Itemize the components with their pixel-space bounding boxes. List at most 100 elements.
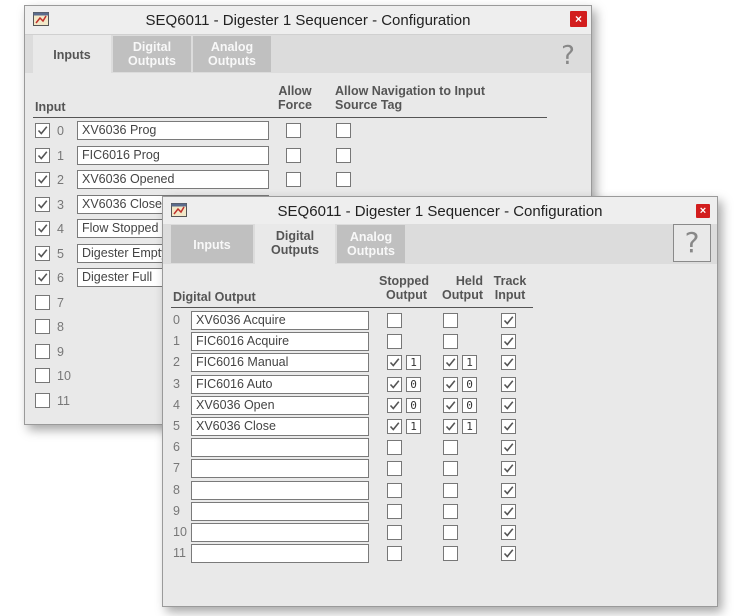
held-output-checkbox[interactable] (443, 313, 458, 328)
tab-digital-outputs[interactable]: Digital Outputs (113, 36, 191, 72)
stopped-output-checkbox[interactable] (387, 334, 402, 350)
held-output-value[interactable]: 1 (462, 419, 477, 434)
held-output-checkbox[interactable] (443, 482, 458, 498)
stopped-output-checkbox[interactable] (387, 397, 402, 413)
input-enable-checkbox[interactable] (35, 196, 50, 212)
close-button[interactable]: × (570, 11, 587, 27)
output-tag-field[interactable]: FIC6016 Manual (191, 353, 369, 373)
tab-analog-outputs[interactable]: Analog Outputs (193, 36, 271, 72)
input-enable-checkbox[interactable] (35, 343, 50, 359)
input-enable-checkbox[interactable] (35, 172, 50, 187)
stopped-output-checkbox[interactable] (387, 313, 402, 328)
allow-force-checkbox[interactable] (286, 147, 301, 163)
digital-output-row: 1 FIC6016 Acquire (163, 332, 713, 352)
stopped-output-value[interactable]: 0 (406, 376, 421, 392)
input-tag-field[interactable]: FIC6016 Prog (77, 145, 269, 165)
held-output-checkbox[interactable] (443, 419, 458, 434)
output-tag-field[interactable] (191, 501, 369, 521)
output-tag-field[interactable] (191, 523, 369, 542)
held-output-checkbox[interactable] (443, 461, 458, 477)
input-enable-checkbox[interactable] (35, 392, 50, 408)
held-output-checkbox[interactable] (443, 334, 458, 350)
output-tag-field[interactable]: FIC6016 Acquire (191, 332, 369, 352)
stopped-output-checkbox[interactable] (387, 376, 402, 392)
input-enable-checkbox[interactable] (35, 270, 50, 285)
output-tag-field[interactable]: XV6036 Acquire (191, 311, 369, 330)
row-index: 9 (173, 503, 180, 518)
row-index: 7 (173, 461, 180, 476)
held-output-checkbox[interactable] (443, 546, 458, 562)
held-output-checkbox[interactable] (443, 503, 458, 519)
tab-digital-outputs[interactable]: Digital Outputs (255, 224, 335, 265)
held-output-checkbox[interactable] (443, 440, 458, 456)
stopped-output-checkbox[interactable] (387, 546, 402, 562)
output-tag-field[interactable]: XV6036 Open (191, 395, 369, 415)
track-input-checkbox[interactable] (501, 376, 516, 392)
track-input-checkbox[interactable] (501, 503, 516, 519)
tab-inputs[interactable]: Inputs (33, 35, 111, 74)
track-input-checkbox[interactable] (501, 313, 516, 328)
stopped-output-checkbox[interactable] (387, 461, 402, 477)
input-tag-field[interactable]: XV6036 Opened (77, 170, 269, 189)
track-input-checkbox[interactable] (501, 461, 516, 477)
output-tag-field[interactable]: FIC6016 Auto (191, 374, 369, 394)
stopped-output-checkbox[interactable] (387, 482, 402, 498)
track-input-checkbox[interactable] (501, 440, 516, 456)
output-tag-field[interactable] (191, 459, 369, 479)
digital-outputs-config-window: SEQ6011 - Digester 1 Sequencer - Configu… (162, 196, 718, 607)
help-button[interactable]: ? (553, 40, 583, 72)
output-tag-field[interactable] (191, 480, 369, 500)
tab-inputs[interactable]: Inputs (171, 225, 253, 263)
digital-output-row: 0 XV6036 Acquire (163, 311, 713, 331)
column-header-digital-output: Digital Output (173, 290, 256, 304)
input-enable-checkbox[interactable] (35, 294, 50, 310)
track-input-checkbox[interactable] (501, 482, 516, 498)
help-button[interactable]: ? (673, 224, 711, 262)
allow-navigation-checkbox[interactable] (336, 172, 351, 187)
held-output-value[interactable]: 0 (462, 376, 477, 392)
input-enable-checkbox[interactable] (35, 147, 50, 163)
allow-navigation-checkbox[interactable] (336, 147, 351, 163)
digital-output-row: 10 (163, 523, 713, 543)
track-input-checkbox[interactable] (501, 355, 516, 371)
input-enable-checkbox[interactable] (35, 221, 50, 236)
stopped-output-value[interactable]: 0 (406, 397, 421, 413)
held-output-value[interactable]: 1 (462, 355, 477, 371)
stopped-output-checkbox[interactable] (387, 419, 402, 434)
tab-analog-outputs[interactable]: Analog Outputs (337, 225, 405, 263)
held-output-checkbox[interactable] (443, 397, 458, 413)
row-index: 5 (57, 246, 64, 261)
input-tag-field[interactable]: XV6036 Prog (77, 121, 269, 140)
input-enable-checkbox[interactable] (35, 368, 50, 383)
row-index: 5 (173, 419, 180, 433)
header-divider (171, 307, 533, 308)
input-enable-checkbox[interactable] (35, 319, 50, 334)
allow-force-checkbox[interactable] (286, 123, 301, 138)
allow-force-checkbox[interactable] (286, 172, 301, 187)
stopped-output-checkbox[interactable] (387, 525, 402, 540)
output-tag-field[interactable] (191, 438, 369, 458)
held-output-checkbox[interactable] (443, 525, 458, 540)
track-input-checkbox[interactable] (501, 334, 516, 350)
close-button[interactable]: × (696, 204, 710, 218)
stopped-output-checkbox[interactable] (387, 355, 402, 371)
stopped-output-checkbox[interactable] (387, 503, 402, 519)
row-index: 11 (173, 546, 186, 561)
input-enable-checkbox[interactable] (35, 245, 50, 261)
track-input-checkbox[interactable] (501, 525, 516, 540)
title-bar[interactable]: SEQ6011 - Digester 1 Sequencer - Configu… (163, 197, 717, 226)
input-enable-checkbox[interactable] (35, 123, 50, 138)
allow-navigation-checkbox[interactable] (336, 123, 351, 138)
track-input-checkbox[interactable] (501, 397, 516, 413)
stopped-output-value[interactable]: 1 (406, 355, 421, 371)
stopped-output-value[interactable]: 1 (406, 419, 421, 434)
output-tag-field[interactable]: XV6036 Close (191, 417, 369, 436)
output-tag-field[interactable] (191, 544, 369, 564)
title-bar[interactable]: SEQ6011 - Digester 1 Sequencer - Configu… (25, 6, 591, 35)
stopped-output-checkbox[interactable] (387, 440, 402, 456)
held-output-checkbox[interactable] (443, 376, 458, 392)
track-input-checkbox[interactable] (501, 546, 516, 562)
held-output-value[interactable]: 0 (462, 397, 477, 413)
track-input-checkbox[interactable] (501, 419, 516, 434)
held-output-checkbox[interactable] (443, 355, 458, 371)
